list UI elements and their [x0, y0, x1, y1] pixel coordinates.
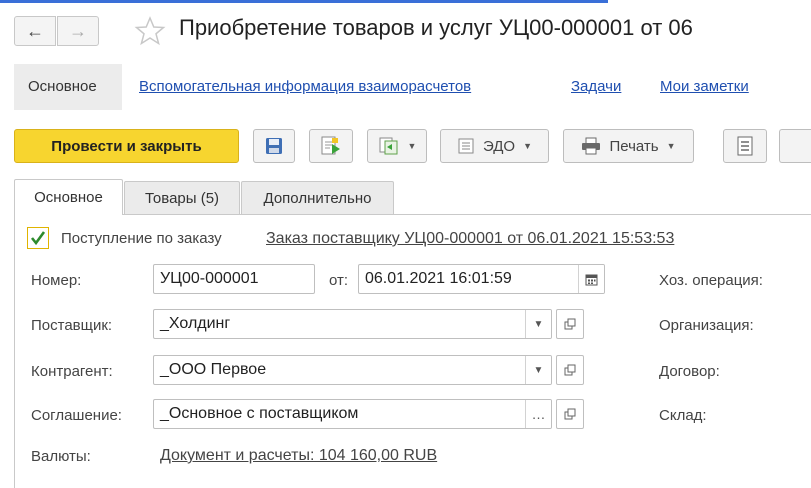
- report-button[interactable]: [723, 129, 767, 163]
- top-accent-line: [0, 0, 608, 3]
- currency-link[interactable]: Документ и расчеты: 104 160,00 RUB: [160, 447, 437, 465]
- agreement-label: Соглашение:: [31, 407, 122, 424]
- more-toolbar-button[interactable]: [779, 129, 811, 163]
- warehouse-label: Склад:: [659, 407, 707, 424]
- organization-label: Организация:: [659, 317, 754, 334]
- counterparty-label: Контрагент:: [31, 363, 113, 380]
- report-list-icon: [737, 136, 753, 156]
- chevron-down-icon: ▼: [533, 318, 544, 330]
- supplier-input[interactable]: _Холдинг ▼: [153, 309, 552, 339]
- order-checkbox-label: Поступление по заказу: [61, 230, 222, 247]
- section-my-notes[interactable]: Мои заметки: [660, 78, 749, 95]
- currency-label: Валюты:: [31, 448, 91, 465]
- printer-icon: [581, 137, 601, 155]
- tab-goods[interactable]: Товары (5): [124, 181, 240, 215]
- agreement-select-button[interactable]: …: [525, 400, 551, 428]
- chevron-down-icon: ▼: [666, 141, 676, 151]
- chevron-down-icon: ▼: [533, 364, 544, 376]
- number-label: Номер:: [31, 272, 82, 289]
- counterparty-value: _ООО Первое: [160, 361, 267, 378]
- arrow-left-icon: ←: [26, 20, 44, 41]
- supplier-dropdown-button[interactable]: ▼: [525, 310, 551, 338]
- chevron-down-icon: ▼: [523, 141, 533, 151]
- supplier-open-button[interactable]: [556, 309, 584, 339]
- open-object-icon: [564, 364, 576, 376]
- counterparty-dropdown-button[interactable]: ▼: [525, 356, 551, 384]
- agreement-input[interactable]: _Основное с поставщиком …: [153, 399, 552, 429]
- page-title: Приобретение товаров и услуг УЦ00-000001…: [179, 15, 693, 40]
- save-button[interactable]: [253, 129, 295, 163]
- ellipsis-icon: …: [531, 406, 546, 422]
- open-object-icon: [564, 318, 576, 330]
- print-label: Печать: [609, 137, 659, 155]
- tab-main[interactable]: Основное: [14, 179, 123, 215]
- chevron-down-icon: ▼: [407, 141, 417, 151]
- section-tasks[interactable]: Задачи: [571, 78, 621, 95]
- edo-label: ЭДО: [482, 137, 516, 155]
- post-document-icon: [320, 136, 342, 156]
- supplier-label: Поставщик:: [31, 317, 113, 334]
- date-value: 06.01.2021 16:01:59: [365, 270, 512, 287]
- section-settlement-info[interactable]: Вспомогательная информация взаиморасчето…: [139, 78, 471, 95]
- supplier-value: _Холдинг: [160, 315, 231, 332]
- tab-additional[interactable]: Дополнительно: [241, 181, 394, 215]
- forward-button[interactable]: →: [57, 16, 99, 46]
- open-object-icon: [564, 408, 576, 420]
- number-input[interactable]: УЦ00-000001: [153, 264, 315, 294]
- date-input[interactable]: 06.01.2021 16:01:59: [358, 264, 605, 294]
- edo-document-icon: [457, 137, 475, 155]
- create-based-on-icon: [378, 136, 400, 156]
- print-button[interactable]: Печать ▼: [563, 129, 694, 163]
- edo-button[interactable]: ЭДО ▼: [440, 129, 549, 163]
- agreement-value: _Основное с поставщиком: [160, 405, 359, 422]
- post-and-close-button[interactable]: Провести и закрыть: [14, 129, 239, 163]
- floppy-disk-icon: [265, 137, 283, 155]
- date-label: от:: [329, 272, 349, 289]
- supplier-order-link[interactable]: Заказ поставщику УЦ00-000001 от 06.01.20…: [266, 230, 674, 248]
- post-button[interactable]: [309, 129, 353, 163]
- section-main[interactable]: Основное: [28, 78, 97, 95]
- arrow-right-icon: →: [69, 20, 87, 41]
- active-tab-join: [15, 213, 122, 216]
- counterparty-input[interactable]: _ООО Первое ▼: [153, 355, 552, 385]
- calendar-icon: [585, 273, 598, 286]
- calendar-button[interactable]: [578, 265, 604, 293]
- back-button[interactable]: ←: [14, 16, 56, 46]
- checkmark-icon: [30, 230, 46, 246]
- order-checkbox[interactable]: [27, 227, 49, 249]
- contract-label: Договор:: [659, 363, 720, 380]
- create-based-on-button[interactable]: ▼: [367, 129, 427, 163]
- star-icon[interactable]: [134, 15, 166, 47]
- counterparty-open-button[interactable]: [556, 355, 584, 385]
- agreement-open-button[interactable]: [556, 399, 584, 429]
- operation-label: Хоз. операция:: [659, 272, 763, 289]
